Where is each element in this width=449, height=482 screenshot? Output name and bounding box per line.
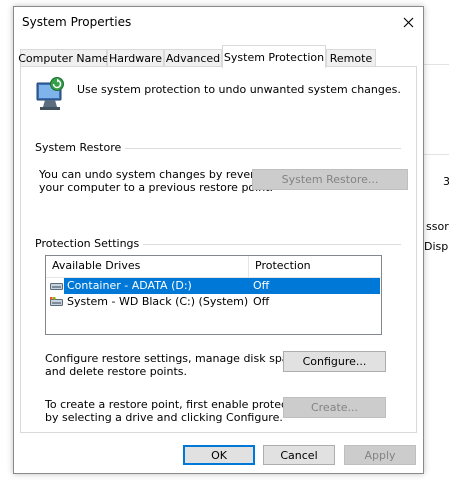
background-text: 3 bbox=[443, 175, 449, 188]
system-properties-dialog: System Properties Computer Name Hardware… bbox=[13, 6, 424, 474]
create-description: To create a restore point, first enable … bbox=[45, 398, 309, 411]
system-restore-description: your computer to a previous restore poin… bbox=[39, 181, 273, 194]
column-header-available-drives[interactable]: Available Drives bbox=[52, 259, 140, 272]
dialog-title: System Properties bbox=[22, 15, 132, 29]
title-bar[interactable]: System Properties bbox=[14, 7, 423, 37]
background-text: ssor bbox=[426, 220, 449, 233]
drive-protection: Off bbox=[253, 295, 270, 308]
drive-name: System - WD Black (C:) (System) bbox=[67, 295, 249, 308]
configure-button[interactable]: Configure... bbox=[283, 351, 386, 372]
button-label: OK bbox=[211, 448, 227, 462]
button-label: Configure... bbox=[302, 355, 367, 368]
tab-remote[interactable]: Remote bbox=[326, 49, 376, 67]
tab-label: Computer Name bbox=[18, 52, 109, 65]
column-separator[interactable] bbox=[248, 256, 249, 277]
intro-text: Use system protection to undo unwanted s… bbox=[77, 83, 401, 96]
create-button[interactable]: Create... bbox=[283, 397, 386, 418]
drive-icon bbox=[50, 283, 63, 290]
drive-protection: Off bbox=[253, 279, 270, 292]
button-label: Apply bbox=[364, 448, 396, 462]
tab-label: Hardware bbox=[108, 52, 163, 65]
background-divider bbox=[424, 154, 449, 155]
system-protection-icon bbox=[36, 77, 64, 110]
close-icon bbox=[403, 17, 413, 27]
protection-settings-group-label: Protection Settings bbox=[35, 237, 144, 250]
drive-row-container[interactable]: Container - ADATA (D:) Off bbox=[46, 278, 381, 294]
background-text: Displ bbox=[424, 240, 449, 253]
background-divider bbox=[424, 64, 449, 65]
ok-button[interactable]: OK bbox=[183, 445, 255, 465]
close-button[interactable] bbox=[393, 7, 423, 37]
cancel-button[interactable]: Cancel bbox=[263, 445, 335, 465]
create-description: by selecting a drive and clicking Config… bbox=[45, 411, 283, 424]
button-label: System Restore... bbox=[281, 173, 379, 186]
button-label: Cancel bbox=[280, 448, 318, 462]
system-restore-button[interactable]: System Restore... bbox=[252, 169, 408, 190]
button-label: Create... bbox=[310, 401, 359, 414]
tab-system-protection[interactable]: System Protection bbox=[222, 45, 326, 68]
tab-computer-name[interactable]: Computer Name bbox=[18, 49, 109, 67]
system-drive-icon bbox=[50, 297, 63, 306]
configure-description: Configure restore settings, manage disk … bbox=[45, 352, 305, 365]
tab-label: Remote bbox=[329, 52, 373, 65]
drive-name: Container - ADATA (D:) bbox=[67, 279, 192, 292]
column-header-protection[interactable]: Protection bbox=[255, 259, 311, 272]
list-header: Available Drives Protection bbox=[46, 256, 381, 278]
system-protection-panel: Use system protection to undo unwanted s… bbox=[20, 66, 417, 433]
drive-row-system[interactable]: System - WD Black (C:) (System) Off bbox=[46, 294, 381, 310]
tab-label: Advanced bbox=[165, 52, 221, 65]
tab-hardware[interactable]: Hardware bbox=[107, 49, 164, 67]
system-restore-description: You can undo system changes by reverting bbox=[39, 168, 276, 181]
tab-advanced[interactable]: Advanced bbox=[164, 49, 222, 67]
tab-label: System Protection bbox=[223, 50, 325, 64]
configure-description: and delete restore points. bbox=[45, 365, 187, 378]
system-restore-group-label: System Restore bbox=[35, 141, 126, 154]
apply-button[interactable]: Apply bbox=[344, 445, 416, 465]
drives-list[interactable]: Available Drives Protection Container - … bbox=[45, 255, 382, 335]
